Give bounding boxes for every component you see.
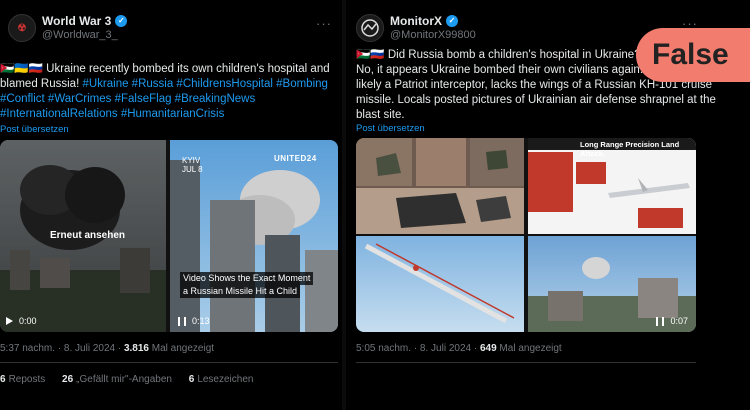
bookmarks-count: 6 [188, 374, 195, 385]
video-explosion[interactable]: 0:07 [528, 236, 696, 332]
pause-icon[interactable] [656, 316, 665, 326]
replay-label[interactable]: Erneut ansehen [50, 230, 125, 241]
verified-badge-icon: ✓ [115, 15, 128, 27]
translate-link[interactable]: Post übersetzen [0, 124, 69, 135]
likes-stat[interactable]: 26 „Gefällt mir"-Angaben [62, 374, 172, 385]
hashtags[interactable]: #InternationalRelations #HumanitarianCri… [0, 108, 224, 120]
play-icon[interactable] [6, 317, 13, 325]
display-name-text[interactable]: MonitorX [390, 14, 442, 28]
reposts-count: 6 [0, 374, 6, 385]
tweet-meta: 5:05 nachm. · 8. Juli 2024 · 649 Mal ang… [356, 343, 562, 354]
missile-photo [356, 236, 524, 332]
image-infographic[interactable]: Long Range Precision Land Attack. [528, 138, 696, 234]
date-label: JUL 8 [182, 165, 203, 174]
video-controls[interactable]: 0:13 [178, 316, 210, 326]
video-time: 0:13 [192, 316, 210, 326]
timestamp[interactable]: 5:37 nachm. · 8. Juli 2024 · [0, 343, 124, 354]
views-count: 649 [479, 343, 497, 354]
image-missile[interactable] [356, 236, 524, 332]
reposts-label: Reposts [8, 374, 46, 385]
monitor-logo-icon [361, 19, 379, 37]
likes-count: 26 [62, 374, 74, 385]
tweet-text-line: blamed Russia! [0, 78, 83, 90]
video-controls[interactable]: 0:00 [6, 316, 37, 326]
bookmarks-stat[interactable]: 6 Lesezeichen [189, 374, 254, 385]
more-options-icon[interactable]: ··· [316, 16, 332, 31]
tweet-text-line: missile. Locals posted pictures of Ukrai… [356, 94, 716, 106]
media-grid: Erneut ansehen 0:00 KYIV JUL 8 UNITED24 … [0, 140, 338, 332]
pause-icon[interactable] [178, 316, 186, 326]
divider [356, 362, 696, 363]
tweet-text: 🇯🇴🇺🇦🇷🇺 Ukraine recently bombed its own c… [0, 62, 330, 122]
display-name-text[interactable]: World War 3 [42, 14, 111, 28]
tweet-text-line: 🇯🇴🇺🇦🇷🇺 Ukraine recently bombed its own c… [0, 63, 330, 75]
timestamp[interactable]: 5:05 nachm. · 8. Juli 2024 · [356, 343, 480, 354]
video-caption-line2: a Russian Missile Hit a Child [180, 285, 301, 298]
views-label: Mal angezeigt [149, 343, 215, 354]
infographic-title: Long Range Precision Land Attack. [580, 140, 680, 158]
avatar[interactable]: ☢ [8, 14, 36, 42]
city-label: KYIV [182, 156, 201, 165]
tweet-text-line: blast site. [356, 109, 405, 121]
likes-label: „Gefällt mir"-Angaben [76, 374, 172, 385]
bookmarks-label: Lesezeichen [197, 374, 254, 385]
translate-link[interactable]: Post übersetzen [356, 123, 425, 134]
reposts-stat[interactable]: 6 Reposts [0, 374, 45, 385]
false-rating-badge: False [636, 28, 750, 82]
hashtags[interactable]: #Conflict #WarCrimes #FalseFlag #Breakin… [0, 93, 255, 105]
tweet-header: ☢ World War 3 ✓ @Worldwar_3_ [8, 14, 128, 42]
tweet-world-war-3[interactable]: ☢ World War 3 ✓ @Worldwar_3_ ··· 🇯🇴🇺🇦🇷🇺 U… [0, 0, 342, 410]
video-replay[interactable]: Erneut ansehen 0:00 [0, 140, 166, 332]
shrapnel-photo [356, 138, 524, 234]
video-time: 0:00 [19, 316, 37, 326]
views-label: Mal angezeigt [496, 343, 562, 354]
video-caption-line1: Video Shows the Exact Moment [180, 272, 314, 285]
tweet-meta: 5:37 nachm. · 8. Juli 2024 · 3.816 Mal a… [0, 343, 214, 354]
views-count: 3.816 [123, 343, 149, 354]
handle[interactable]: @Worldwar_3_ [42, 28, 127, 42]
handle[interactable]: @MonitorX99800 [390, 28, 476, 42]
engagement-stats: 6 Reposts 26 „Gefällt mir"-Angaben 6 Leseze… [0, 374, 267, 385]
video-location: KYIV JUL 8 [182, 156, 203, 174]
divider [0, 362, 338, 363]
tweet-header: MonitorX ✓ @MonitorX99800 [356, 14, 476, 42]
verified-badge-icon: ✓ [446, 15, 458, 27]
avatar[interactable] [356, 14, 384, 42]
display-name[interactable]: World War 3 ✓ [42, 14, 128, 28]
video-missile[interactable]: KYIV JUL 8 UNITED24 Video Shows the Exact… [170, 140, 338, 332]
media-grid: Long Range Precision Land Attack. 0:07 [356, 138, 696, 332]
image-shrapnel[interactable] [356, 138, 524, 234]
video-time: 0:07 [670, 316, 688, 326]
video-controls[interactable]: 0:07 [656, 316, 688, 326]
hashtags[interactable]: #Ukraine #Russia #ChildrensHospital #Bom… [82, 78, 327, 90]
channel-watermark: UNITED24 [274, 154, 317, 163]
display-name[interactable]: MonitorX ✓ [390, 14, 476, 28]
